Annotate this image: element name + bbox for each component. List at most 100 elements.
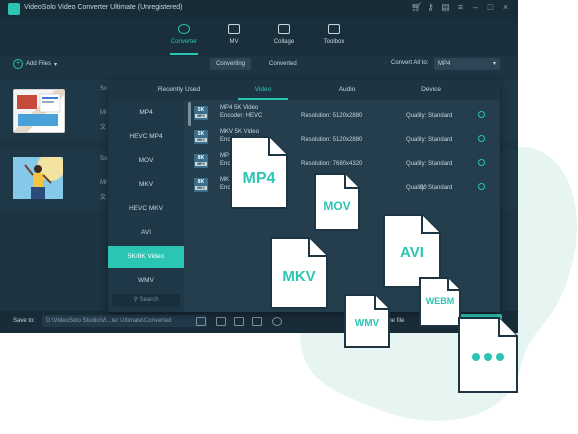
title-bar: VideoSolo Video Converter Ultimate (Unre… — [0, 0, 518, 18]
format-resolution: Resolution: 7680x4320 — [301, 161, 363, 167]
minimize-icon[interactable]: – — [471, 3, 480, 12]
avi-label: AVI — [400, 244, 424, 261]
collage-icon — [278, 24, 290, 34]
sidebar-item-mkv[interactable]: MKV — [108, 174, 184, 196]
gear-icon[interactable] — [478, 183, 485, 190]
toolbox-icon — [328, 24, 340, 34]
format-quality: Quality: Standard — [406, 113, 453, 119]
app-logo-icon — [8, 3, 20, 15]
format-badge-icon: 8K MP4 — [194, 154, 208, 168]
gear-icon[interactable] — [478, 135, 485, 142]
tab-converted[interactable]: Converted — [263, 58, 303, 70]
save-path-field[interactable]: D:\VideoSolo Studio\Vi...ter Ultimate\Co… — [42, 315, 207, 327]
wmv-label: WMV — [354, 318, 380, 329]
tab-converting[interactable]: Converting — [210, 58, 252, 70]
settings-icon[interactable] — [272, 317, 282, 326]
tab-device[interactable]: Device — [390, 80, 472, 100]
add-files-button[interactable]: + Add Files ▾ — [13, 59, 57, 69]
badge-text: 5K — [197, 107, 205, 113]
tab-mv-label: MV — [229, 39, 239, 45]
format-search-input[interactable]: ⚲ Search — [112, 294, 180, 307]
plus-icon: + — [13, 59, 23, 69]
gear-icon[interactable] — [478, 111, 485, 118]
badge-sub: MP4 — [195, 114, 207, 118]
sidebar-item-mov[interactable]: MOV — [108, 150, 184, 172]
tab-mv[interactable]: MV — [209, 20, 259, 54]
chevron-down-icon: ▾ — [492, 61, 496, 67]
format-name: MP — [220, 153, 229, 159]
convert-all-select[interactable]: MP4 ▾ — [434, 58, 500, 70]
badge-text: 5K — [197, 131, 205, 137]
format-sidebar: MP4 HEVC MP4 MOV MKV HEVC MKV AVI 5K/8K … — [108, 100, 184, 312]
sidebar-item-wmv[interactable]: WMV — [108, 270, 184, 292]
chat-icon[interactable]: ▤ — [441, 3, 450, 12]
popup-tabs: Recently Used Video Audio Device — [108, 80, 500, 100]
menu-icon[interactable]: ≡ — [456, 3, 465, 12]
save-to-label: Save to: — [13, 318, 36, 324]
tab-converter-label: Converter — [170, 39, 198, 45]
hardware-accel-icon[interactable] — [234, 317, 244, 326]
add-files-label: Add Files — [26, 61, 52, 67]
tab-audio[interactable]: Audio — [306, 80, 388, 100]
app-title: VideoSolo Video Converter Ultimate (Unre… — [24, 4, 183, 11]
toolbar: + Add Files ▾ Converting Converted Conve… — [0, 56, 518, 74]
format-badge-icon: 5K MP4 — [194, 106, 208, 120]
mv-icon — [228, 24, 240, 34]
sidebar-item-hevc-mp4[interactable]: HEVC MP4 — [108, 126, 184, 148]
badge-text: 8K — [197, 155, 205, 161]
video-thumbnail — [13, 153, 65, 199]
scrollbar[interactable] — [188, 102, 191, 126]
format-encoder: Encoder: HEVC — [220, 113, 263, 119]
tab-converter[interactable]: Converter — [159, 20, 209, 54]
format-option[interactable]: 5K MP4 MP4 5K Video Encoder: HEVC Resolut… — [194, 102, 494, 126]
chevron-down-icon[interactable] — [196, 317, 206, 326]
badge-sub: MP4 — [195, 162, 207, 166]
format-quality: Quality: Standard — [406, 161, 453, 167]
search-placeholder: Search — [139, 297, 159, 303]
sidebar-item-5k8k-video[interactable]: 5K/8K Video — [108, 246, 184, 268]
gpu-icon[interactable] — [252, 317, 262, 326]
main-nav: Converter MV Collage Toolbox — [0, 18, 518, 56]
tab-recently-used[interactable]: Recently Used — [138, 80, 220, 100]
format-resolution: Resolution: 5120x2880 — [301, 113, 363, 119]
format-badge-icon: 8K MKV — [194, 178, 208, 192]
badge-text: 8K — [197, 179, 205, 185]
file-meta: MI — [100, 180, 107, 186]
tab-collage-label: Collage — [273, 39, 295, 45]
tab-video[interactable]: Video — [222, 80, 304, 100]
format-badge-icon: 5K MKV — [194, 130, 208, 144]
maximize-icon[interactable]: □ — [486, 3, 495, 12]
tab-collage[interactable]: Collage — [259, 20, 309, 54]
folder-icon[interactable] — [216, 317, 226, 326]
format-quality: Quality: Standard — [406, 137, 453, 143]
active-tab-indicator — [238, 98, 288, 100]
badge-sub: MKV — [195, 138, 207, 142]
window-controls: 🛒︎ ⚷ ▤ ≡ – □ × — [411, 3, 510, 12]
close-icon[interactable]: × — [501, 3, 510, 12]
badge-sub: MKV — [195, 186, 207, 190]
active-tab-indicator — [170, 53, 198, 55]
video-thumbnail — [13, 89, 65, 133]
file-name: So — [100, 86, 108, 92]
format-quality: Quality: Standard — [406, 185, 453, 191]
sidebar-item-avi[interactable]: AVI — [108, 222, 184, 244]
subtitle-info: 文 — [100, 125, 107, 131]
chevron-down-icon: ▾ — [54, 61, 58, 68]
mkv-label: MKV — [282, 268, 316, 285]
format-name: MP4 5K Video — [220, 105, 259, 111]
thumbnail-image — [13, 153, 65, 199]
mov-label: MOV — [323, 199, 351, 213]
format-resolution: Resolution: 5120x2880 — [301, 137, 363, 143]
subtitle-info: 文 — [100, 195, 107, 201]
convert-all-value: MP4 — [438, 61, 451, 67]
sidebar-item-mp4[interactable]: MP4 — [108, 102, 184, 124]
file-meta: MI — [100, 110, 107, 116]
gear-icon[interactable] — [478, 159, 485, 166]
mp4-label: MP4 — [242, 170, 276, 187]
cart-icon[interactable]: 🛒︎ — [411, 3, 422, 12]
key-icon[interactable]: ⚷ — [426, 3, 435, 12]
tab-toolbox[interactable]: Toolbox — [309, 20, 359, 54]
file-name: So — [100, 156, 108, 162]
sidebar-item-hevc-mkv[interactable]: HEVC MKV — [108, 198, 184, 220]
convert-all-label: Convert All to: — [391, 60, 429, 66]
